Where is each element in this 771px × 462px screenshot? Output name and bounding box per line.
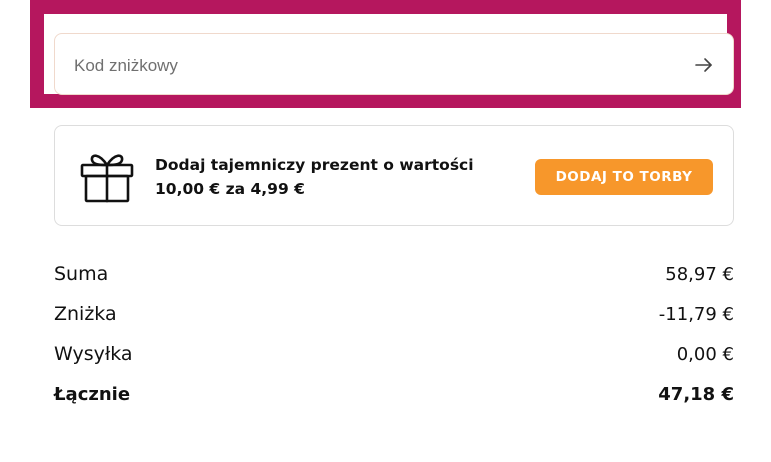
add-to-bag-button[interactable]: DODAJ TO TORBY [535,159,713,195]
discount-label: Zniżka [54,303,117,325]
summary-row-discount: Zniżka -11,79 € [54,294,734,334]
shipping-label: Wysyłka [54,343,133,365]
summary-row-subtotal: Suma 58,97 € [54,254,734,294]
subtotal-label: Suma [54,263,109,285]
gift-offer-text: Dodaj tajemniczy prezent o wartości 10,0… [155,153,515,201]
discount-code-input[interactable] [72,52,656,80]
arrow-right-icon[interactable] [693,54,715,76]
summary-row-total: Łącznie 47,18 € [54,374,734,414]
gift-offer-line2: 10,00 € za 4,99 € [155,180,305,198]
subtotal-value: 58,97 € [665,263,734,285]
discount-value: -11,79 € [658,303,734,325]
shipping-value: 0,00 € [676,343,734,365]
summary-row-shipping: Wysyłka 0,00 € [54,334,734,374]
gift-icon [79,150,135,204]
order-summary: Suma 58,97 € Zniżka -11,79 € Wysyłka 0,0… [54,254,734,414]
discount-code-field[interactable] [54,33,734,95]
gift-offer-line1: Dodaj tajemniczy prezent o wartości [155,156,474,174]
total-value: 47,18 € [658,383,734,405]
mystery-gift-card: Dodaj tajemniczy prezent o wartości 10,0… [54,125,734,226]
total-label: Łącznie [54,383,131,405]
